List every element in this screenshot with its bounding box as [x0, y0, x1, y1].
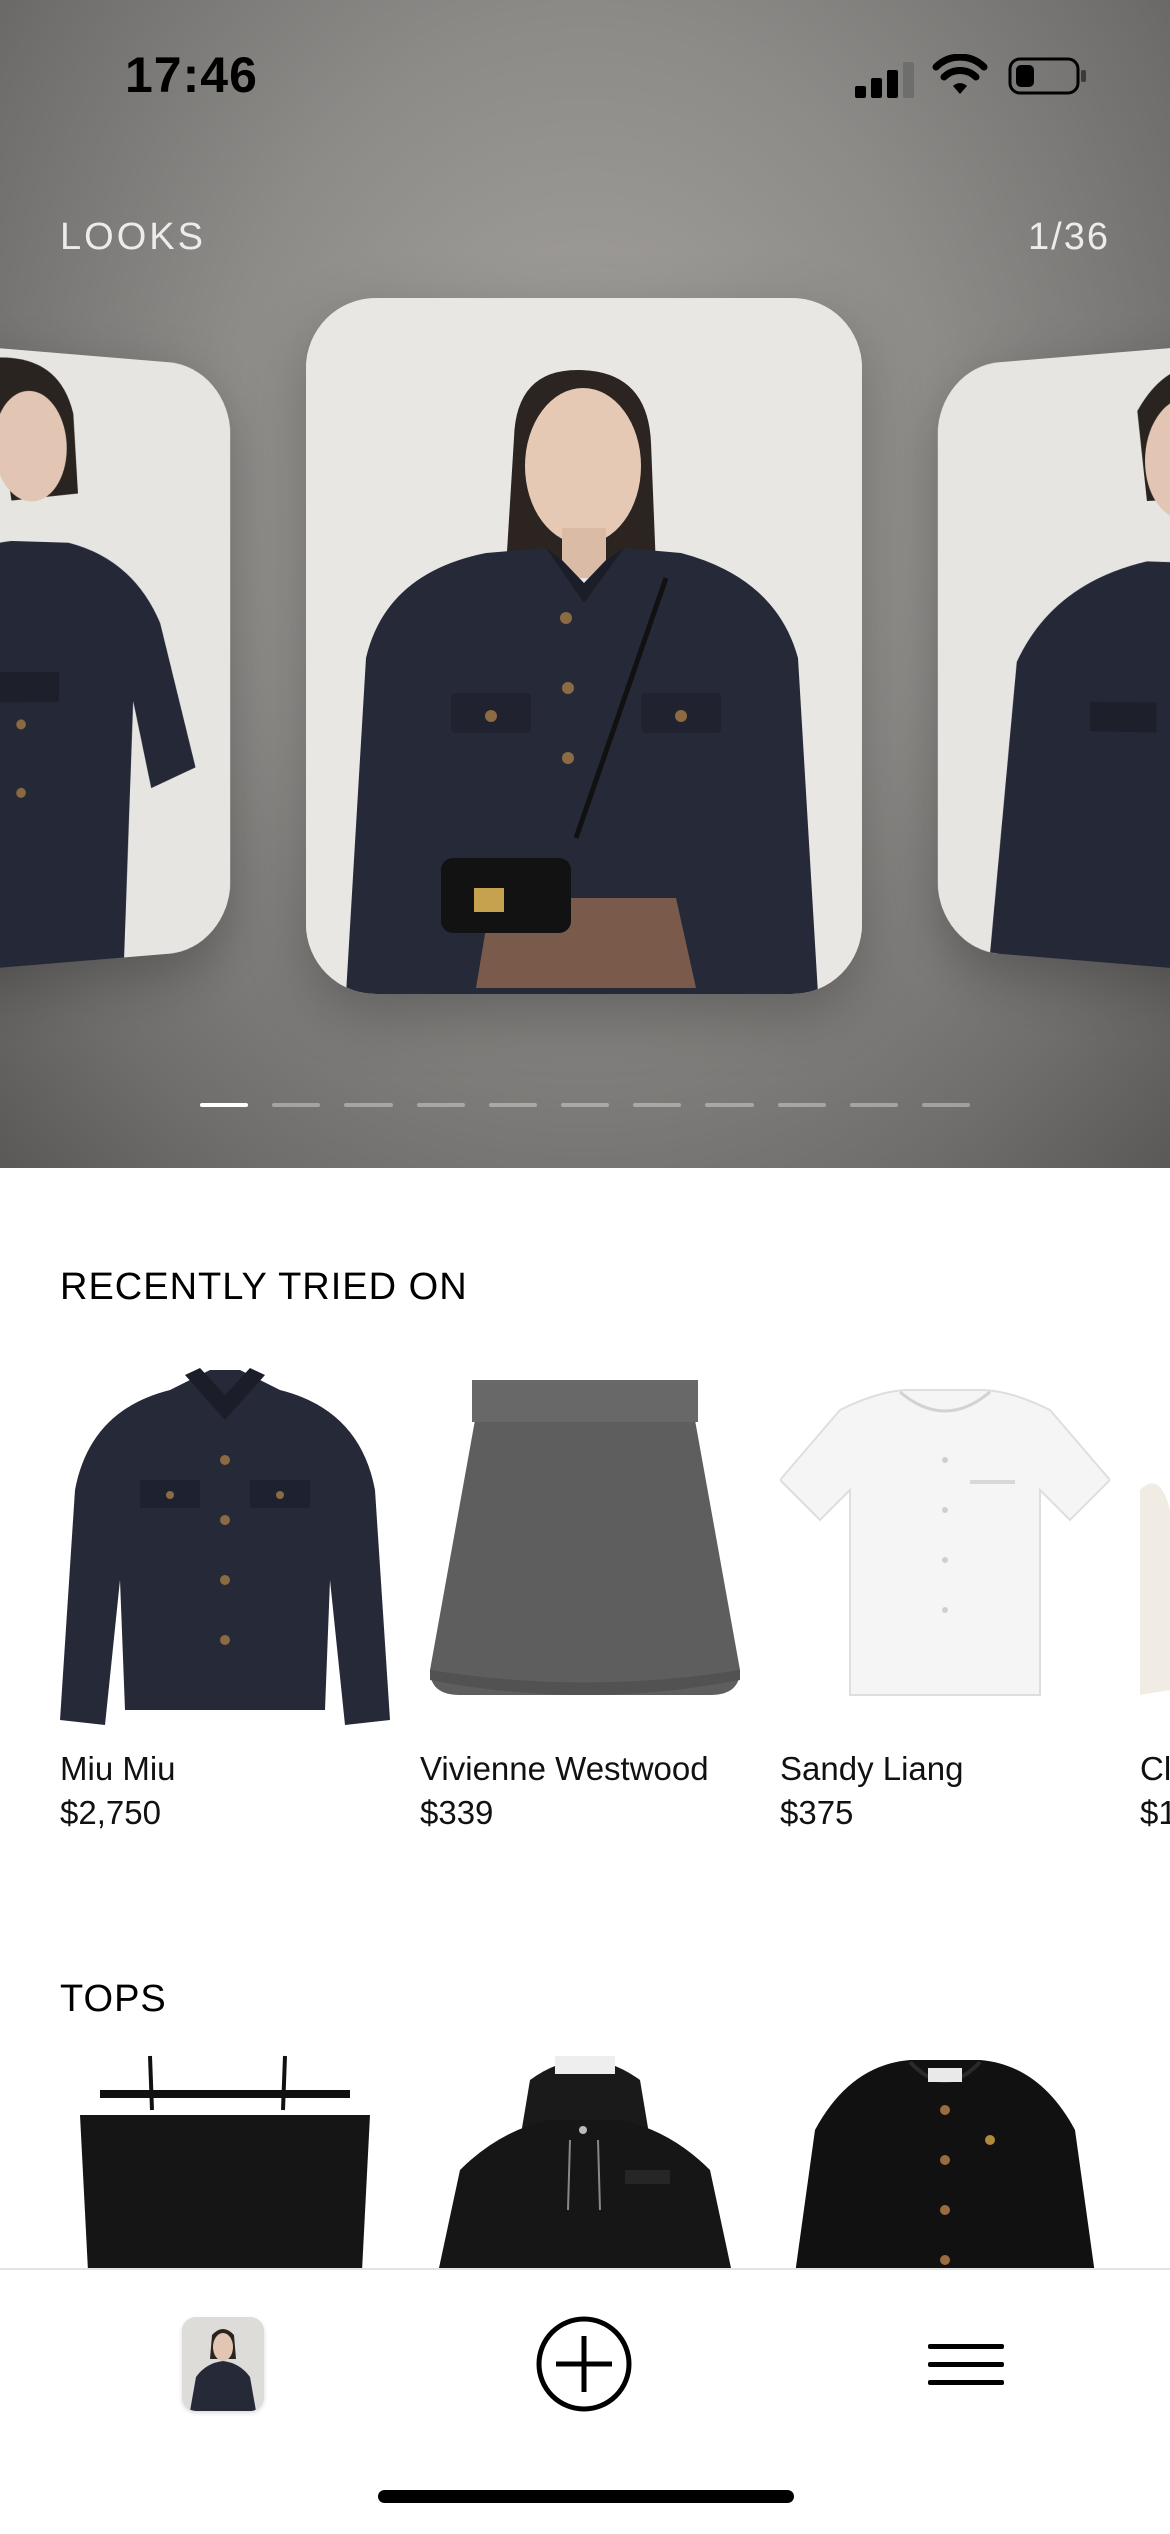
product-image-cardigan[interactable]	[780, 2050, 1110, 2270]
product-image-jacket	[60, 1350, 390, 1730]
page-dot[interactable]	[777, 1103, 826, 1107]
look-model-image	[0, 334, 231, 982]
battery-low-icon	[1008, 57, 1086, 95]
product-brand: Miu Miu	[60, 1750, 176, 1787]
looks-counter: 1/36	[1028, 216, 1110, 258]
profile-avatar-icon[interactable]	[182, 2317, 264, 2411]
product-card[interactable]: Vivienne Westwood $339	[420, 1350, 750, 1832]
page-dot[interactable]	[344, 1103, 393, 1107]
product-card[interactable]: Miu Miu $2,750	[60, 1350, 390, 1832]
recently-tried-on-list: Miu Miu $2,750 Vivienne Westwood $339 Sa…	[60, 1350, 1170, 1850]
page-dot[interactable]	[705, 1103, 754, 1107]
cellular-signal-icon	[855, 58, 915, 98]
plus-circle-icon[interactable]	[534, 2314, 634, 2414]
page-dot[interactable]	[272, 1103, 321, 1107]
product-card[interactable]: Cl $1	[1140, 1350, 1170, 1832]
product-price: $339	[420, 1794, 494, 1831]
home-indicator[interactable]	[378, 2490, 794, 2503]
product-image-off-shoulder-top[interactable]	[60, 2050, 390, 2270]
product-image-skirt	[420, 1350, 750, 1730]
page-dot[interactable]	[849, 1103, 898, 1107]
carousel-page-indicator[interactable]	[200, 1103, 971, 1109]
look-card-current[interactable]	[306, 298, 862, 994]
look-model-image	[937, 334, 1170, 982]
page-dot[interactable]	[921, 1103, 971, 1107]
status-bar: 17:46	[0, 0, 1170, 150]
look-card-next[interactable]	[937, 334, 1170, 982]
tops-list	[60, 2050, 1170, 2270]
product-brand: Sandy Liang	[780, 1750, 964, 1787]
product-price: $2,750	[60, 1794, 161, 1831]
looks-title: LOOKS	[60, 216, 206, 258]
status-time: 17:46	[125, 47, 258, 103]
page-dot[interactable]	[200, 1103, 249, 1107]
hamburger-menu-icon[interactable]	[928, 2340, 1004, 2390]
product-brand: Vivienne Westwood	[420, 1750, 709, 1787]
looks-carousel-section: 17:46 LOOKS 1/36	[0, 0, 1170, 1168]
product-price: $375	[780, 1794, 854, 1831]
product-card[interactable]: Sandy Liang $375	[778, 1350, 1112, 1832]
look-card-previous[interactable]	[0, 334, 231, 982]
recently-tried-on-heading: RECENTLY TRIED ON	[60, 1266, 468, 1308]
wifi-icon	[932, 54, 988, 94]
product-image-hooded-jacket[interactable]	[420, 2050, 750, 2270]
page-dot[interactable]	[416, 1103, 465, 1107]
page-dot[interactable]	[560, 1103, 610, 1107]
product-image-shirt	[778, 1350, 1112, 1730]
page-dot[interactable]	[633, 1103, 682, 1107]
product-image-knit	[1140, 1350, 1170, 1730]
tops-heading: TOPS	[60, 1978, 167, 2020]
product-brand: Cl	[1140, 1750, 1170, 1787]
product-price: $1	[1140, 1794, 1170, 1831]
look-model-image	[306, 298, 862, 994]
page-dot[interactable]	[488, 1103, 537, 1107]
